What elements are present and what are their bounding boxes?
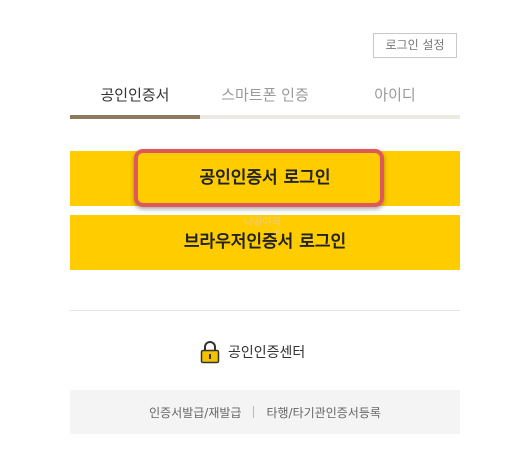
footer-links: 인증서발급/재발급 타행/타기관인증서등록 (70, 390, 460, 434)
login-settings-button[interactable]: 로그인 설정 (373, 33, 457, 58)
browser-certificate-login-button[interactable]: 브라우저인증서 로그인 (70, 215, 460, 270)
divider (70, 310, 460, 311)
login-panel: 로그인 설정 공인인증서 스마트폰 인증 아이디 공인인증서 로그인 브라우저인… (0, 0, 529, 465)
tab-certificate[interactable]: 공인인증서 (70, 76, 200, 116)
certificate-center-link[interactable]: 공인인증센터 (200, 339, 305, 365)
certificate-login-button[interactable]: 공인인증서 로그인 (70, 151, 460, 206)
lock-icon (200, 340, 220, 364)
login-method-tabs: 공인인증서 스마트폰 인증 아이디 (70, 76, 460, 119)
active-tab-indicator (70, 115, 200, 119)
footer-separator (253, 406, 255, 418)
issue-certificate-link[interactable]: 인증서발급/재발급 (149, 404, 241, 421)
tab-smartphone-auth[interactable]: 스마트폰 인증 (200, 76, 330, 116)
register-other-certificate-link[interactable]: 타행/타기관인증서등록 (266, 404, 380, 421)
tab-user-id[interactable]: 아이디 (330, 76, 460, 116)
certificate-center-label: 공인인증센터 (228, 345, 306, 361)
